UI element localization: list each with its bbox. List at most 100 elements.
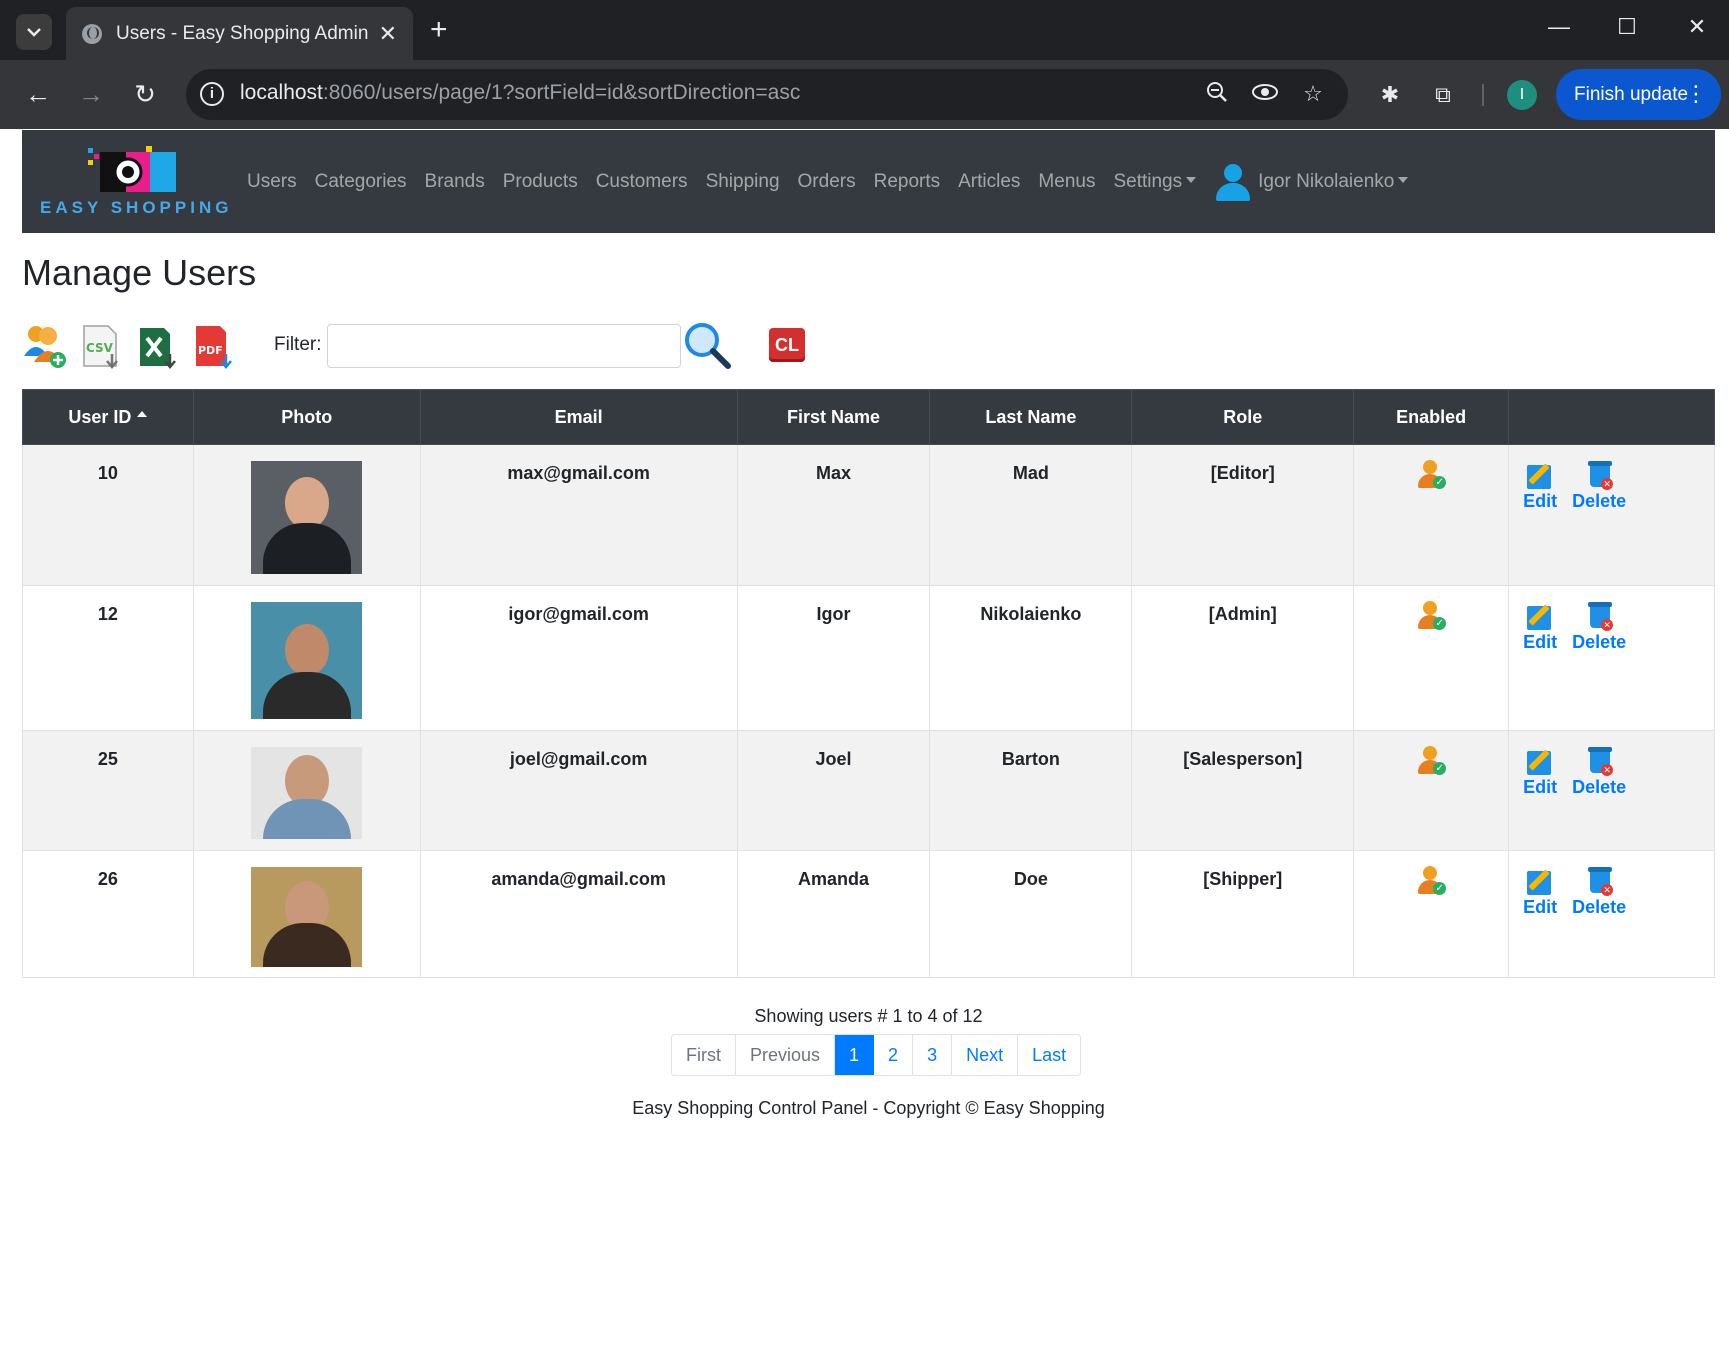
zoom-icon[interactable] [1202, 81, 1232, 109]
filter-input[interactable] [327, 324, 681, 368]
reload-button[interactable]: ↻ [127, 77, 163, 111]
add-user-button[interactable] [22, 322, 68, 370]
easy-shopping-logo[interactable]: EASY SHOPPING [40, 144, 233, 226]
search-button[interactable] [682, 320, 734, 372]
extension-puzzle-icon[interactable]: ✱ [1375, 82, 1405, 108]
user-photo [251, 747, 363, 839]
user-enabled-icon[interactable]: ✓ [1416, 745, 1447, 777]
nav-customers[interactable]: Customers [596, 171, 688, 193]
maximize-button[interactable]: ☐ [1605, 14, 1649, 40]
user-photo [251, 867, 363, 967]
browser-tab-bar: Users - Easy Shopping Admin ✕ + — ☐ ✕ [0, 0, 1729, 60]
export-pdf-button[interactable]: PDF [190, 322, 236, 370]
close-window-button[interactable]: ✕ [1675, 14, 1719, 40]
cell-actions: Edit ✕ Delete [1508, 730, 1715, 851]
main-nav: Users Categories Brands Products Custome… [247, 130, 1426, 233]
nav-brands[interactable]: Brands [425, 171, 485, 193]
profile-avatar[interactable]: I [1507, 80, 1537, 110]
chevron-down-icon [27, 28, 41, 37]
nav-categories[interactable]: Categories [315, 171, 407, 193]
nav-shipping[interactable]: Shipping [706, 171, 780, 193]
user-icon [1214, 162, 1251, 202]
tab-search-button[interactable] [16, 14, 52, 50]
table-row: 26 amanda@gmail.com Amanda Doe [Shipper]… [22, 850, 1715, 978]
delete-icon: ✕ [1584, 745, 1614, 776]
nav-articles[interactable]: Articles [958, 171, 1020, 193]
page-next[interactable]: Next [952, 1035, 1019, 1075]
cell-first-name: Joel [736, 730, 931, 851]
user-enabled-icon[interactable]: ✓ [1416, 865, 1447, 897]
table-row: 10 max@gmail.com Max Mad [Editor] ✓ Edit… [22, 444, 1715, 586]
delete-user-button[interactable]: ✕ Delete [1572, 865, 1626, 918]
page-2[interactable]: 2 [874, 1035, 914, 1075]
forward-button[interactable]: → [73, 77, 109, 111]
cell-last-name: Nikolaienko [929, 585, 1133, 731]
cell-last-name: Doe [929, 850, 1133, 978]
minimize-button[interactable]: — [1537, 14, 1581, 40]
url-text[interactable]: localhost:8060/users/page/1?sortField=id… [240, 81, 800, 105]
cell-enabled: ✓ [1353, 585, 1510, 731]
header-last-name[interactable]: Last Name [929, 389, 1133, 445]
delete-user-button[interactable]: ✕ Delete [1572, 459, 1626, 512]
cell-user-id: 10 [22, 444, 194, 586]
nav-users[interactable]: Users [247, 171, 297, 193]
page-previous[interactable]: Previous [736, 1035, 836, 1075]
export-excel-button[interactable] [134, 322, 180, 370]
nav-products[interactable]: Products [503, 171, 578, 193]
new-tab-button[interactable]: + [430, 13, 448, 47]
logo-graphic [88, 146, 176, 192]
page-last[interactable]: Last [1018, 1035, 1081, 1075]
clear-filter-button[interactable]: CL [769, 328, 805, 362]
user-enabled-icon[interactable]: ✓ [1416, 600, 1447, 632]
bookmark-star-icon[interactable]: ☆ [1298, 81, 1328, 107]
page-first[interactable]: First [672, 1035, 736, 1075]
nav-reports[interactable]: Reports [874, 171, 941, 193]
extensions-icon[interactable]: ⧉ [1428, 82, 1458, 108]
address-bar[interactable]: i localhost:8060/users/page/1?sortField=… [186, 69, 1348, 120]
cell-actions: Edit ✕ Delete [1508, 444, 1715, 586]
nav-orders[interactable]: Orders [798, 171, 856, 193]
cell-role: [Admin] [1131, 585, 1355, 731]
svg-text:PDF: PDF [198, 344, 223, 357]
browser-tab[interactable]: Users - Easy Shopping Admin ✕ [66, 7, 413, 60]
edit-user-button[interactable]: Edit [1523, 865, 1557, 918]
page-1[interactable]: 1 [835, 1035, 875, 1075]
header-email[interactable]: Email [419, 389, 738, 445]
cell-email: max@gmail.com [419, 444, 738, 586]
header-role: Role [1131, 389, 1355, 445]
cell-first-name: Max [736, 444, 931, 586]
cell-last-name: Barton [929, 730, 1133, 851]
site-info-icon[interactable]: i [200, 82, 224, 106]
close-tab-icon[interactable]: ✕ [379, 21, 397, 47]
cell-email: joel@gmail.com [419, 730, 738, 851]
finish-update-button[interactable]: Finish update ⋮ [1556, 69, 1721, 120]
finish-update-label: Finish update [1574, 83, 1689, 105]
delete-user-button[interactable]: ✕ Delete [1572, 745, 1626, 798]
nav-settings-dropdown[interactable]: Settings [1113, 171, 1196, 193]
table-row: 25 joel@gmail.com Joel Barton [Salespers… [22, 730, 1715, 851]
delete-user-button[interactable]: ✕ Delete [1572, 600, 1626, 653]
header-first-name[interactable]: First Name [736, 389, 931, 445]
edit-user-button[interactable]: Edit [1523, 600, 1557, 653]
cell-first-name: Igor [736, 585, 931, 731]
cell-actions: Edit ✕ Delete [1508, 850, 1715, 978]
user-enabled-icon[interactable]: ✓ [1416, 459, 1447, 491]
logo-text: EASY SHOPPING [40, 198, 233, 217]
table-header-row: User ID Photo Email First Name Last Name… [22, 389, 1715, 445]
filter-label: Filter: [274, 334, 322, 355]
back-button[interactable]: ← [20, 77, 56, 111]
eye-icon[interactable] [1250, 81, 1280, 109]
table-row: 12 igor@gmail.com Igor Nikolaienko [Admi… [22, 585, 1715, 731]
edit-user-button[interactable]: Edit [1523, 745, 1557, 798]
users-table: User ID Photo Email First Name Last Name… [22, 389, 1715, 978]
nav-menus[interactable]: Menus [1038, 171, 1095, 193]
cell-enabled: ✓ [1353, 730, 1510, 851]
header-enabled[interactable]: Enabled [1353, 389, 1510, 445]
export-csv-button[interactable]: CSV [78, 322, 124, 370]
user-menu-dropdown[interactable]: Igor Nikolaienko [1258, 171, 1408, 193]
page-3[interactable]: 3 [913, 1035, 953, 1075]
header-user-id[interactable]: User ID [22, 389, 194, 445]
search-icon [685, 323, 731, 369]
edit-user-button[interactable]: Edit [1523, 459, 1557, 512]
cell-photo [192, 444, 421, 586]
